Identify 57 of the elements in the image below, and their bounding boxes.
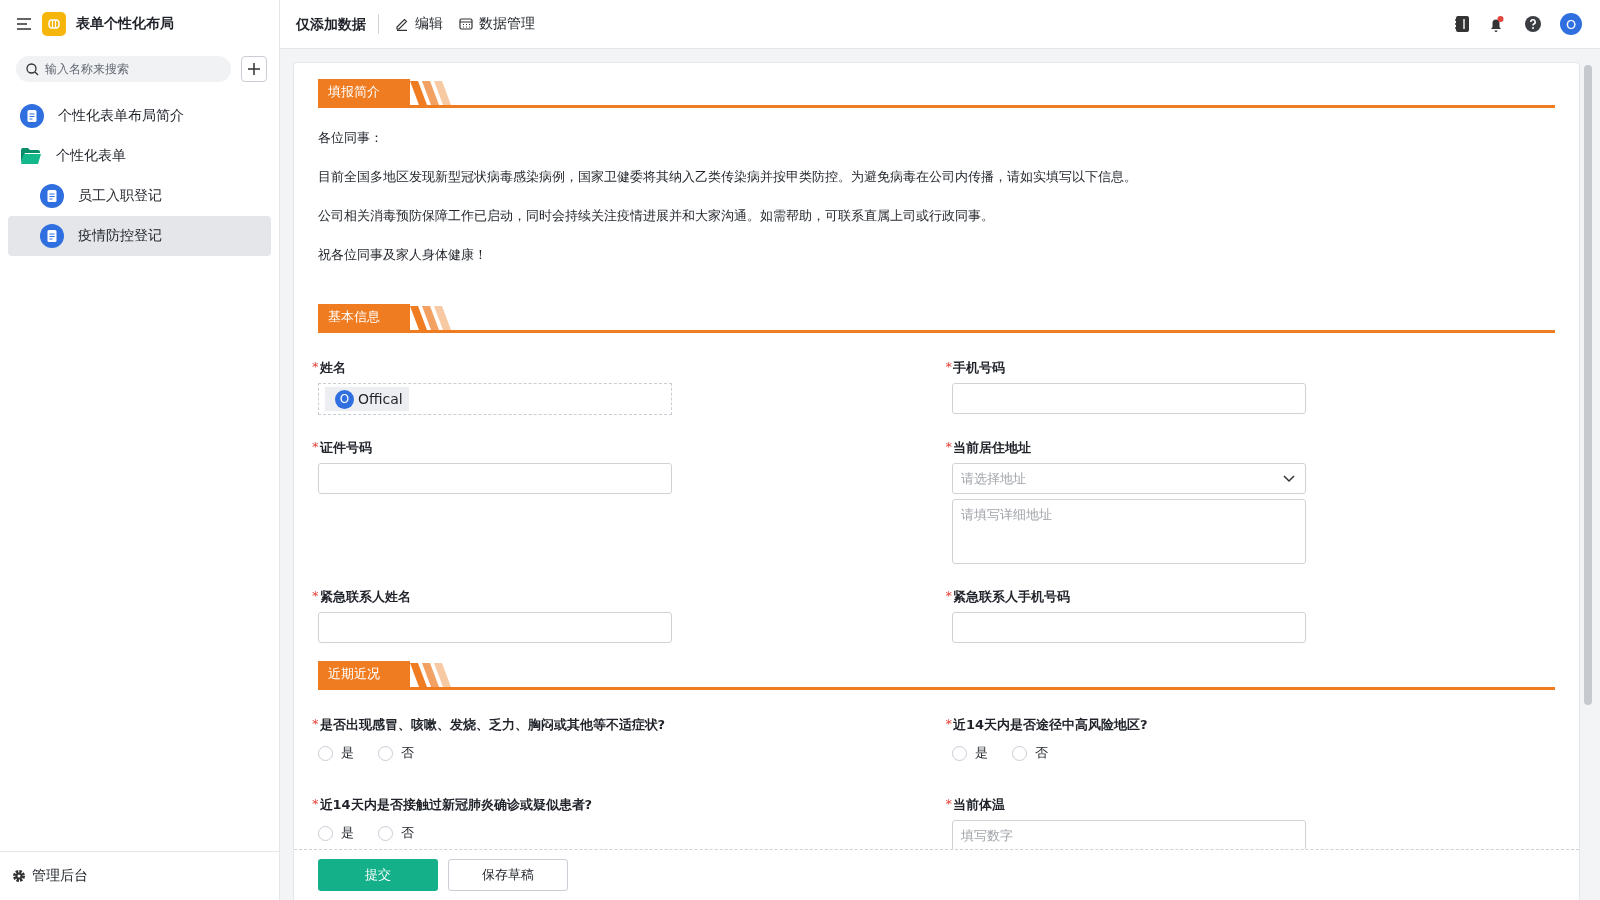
field-label: *证件号码: [312, 439, 373, 457]
menu-icon[interactable]: [16, 17, 32, 31]
sidebar-item[interactable]: 员工入职登记: [8, 176, 271, 216]
save-draft-button[interactable]: 保存草稿: [448, 859, 568, 891]
folder-icon: [20, 147, 42, 165]
pencil-icon: [395, 17, 409, 31]
input-field[interactable]: [318, 612, 672, 643]
field-label: *紧急联系人手机号码: [945, 588, 1071, 606]
intro-paragraph: 公司相关消毒预防保障工作已启动，同时会持续关注疫情进展并和大家沟通。如需帮助，可联系直属上司或行政同事。: [318, 207, 995, 225]
field-label: *是否出现感冒、咳嗽、发烧、乏力、胸闷或其他等不适症状?: [312, 716, 667, 734]
field-label: *近14天内是否接触过新冠肺炎确诊或疑似患者?: [312, 796, 594, 814]
document-icon: [40, 184, 64, 208]
field-label: *当前居住地址: [945, 439, 1032, 457]
input-field[interactable]: 填写数字: [951, 820, 1306, 849]
sidebar-item[interactable]: 疫情防控登记: [8, 216, 271, 256]
input-field[interactable]: [951, 612, 1306, 643]
add-button[interactable]: [241, 56, 267, 82]
table-icon: [459, 17, 473, 31]
scrollbar[interactable]: [1584, 65, 1592, 705]
notification-icon[interactable]: [1488, 15, 1506, 33]
field-label: *当前体温: [945, 796, 1006, 814]
field-label: *姓名: [312, 359, 347, 377]
radio-option[interactable]: 是: [318, 744, 354, 762]
field-label: *手机号码: [945, 359, 1006, 377]
document-icon: [40, 224, 64, 248]
settings-icon: [12, 869, 26, 883]
user-chip[interactable]: O Offical: [325, 387, 409, 411]
help-icon[interactable]: [1524, 15, 1542, 33]
radio-option[interactable]: 是: [951, 744, 988, 762]
app-logo-icon: [42, 12, 66, 36]
radio-option[interactable]: 否: [378, 744, 414, 762]
sidebar-item[interactable]: 个性化表单布局简介: [8, 96, 271, 136]
document-icon: [20, 104, 44, 128]
plus-icon: [247, 62, 261, 76]
radio-option[interactable]: 否: [1011, 744, 1048, 762]
app-title: 表单个性化布局: [76, 15, 174, 33]
field-label: *紧急联系人姓名: [312, 588, 412, 606]
sidebar-item[interactable]: 个性化表单: [8, 136, 271, 176]
input-field[interactable]: [318, 463, 672, 494]
radio-option[interactable]: 否: [378, 824, 414, 842]
intro-paragraph: 目前全国多地区发现新型冠状病毒感染病例，国家卫健委将其纳入乙类传染病并按甲类防控。为避免病毒在公司内传播，请如实填写以下信息。: [318, 168, 1138, 186]
page-title: 仅添加数据: [296, 14, 379, 34]
person-field[interactable]: O Offical: [318, 383, 672, 415]
address-detail-field[interactable]: 请填写详细地址: [951, 499, 1306, 564]
intro-paragraph: 各位同事：: [318, 129, 384, 147]
field-label: *近14天内是否途径中高风险地区?: [945, 716, 1149, 734]
notebook-icon[interactable]: [1454, 15, 1470, 33]
user-avatar[interactable]: O: [1560, 13, 1582, 35]
chevron-down-icon: [1282, 474, 1295, 483]
intro-paragraph: 祝各位同事及家人身体健康！: [318, 246, 488, 264]
search-field[interactable]: 输入名称来搜索: [16, 56, 231, 82]
avatar: O: [335, 389, 354, 409]
radio-option[interactable]: 是: [318, 824, 354, 842]
input-field[interactable]: [951, 383, 1306, 414]
admin-link[interactable]: 管理后台: [0, 851, 279, 900]
toolbar-link[interactable]: 编辑: [395, 15, 443, 33]
toolbar-link[interactable]: 数据管理: [459, 15, 535, 33]
